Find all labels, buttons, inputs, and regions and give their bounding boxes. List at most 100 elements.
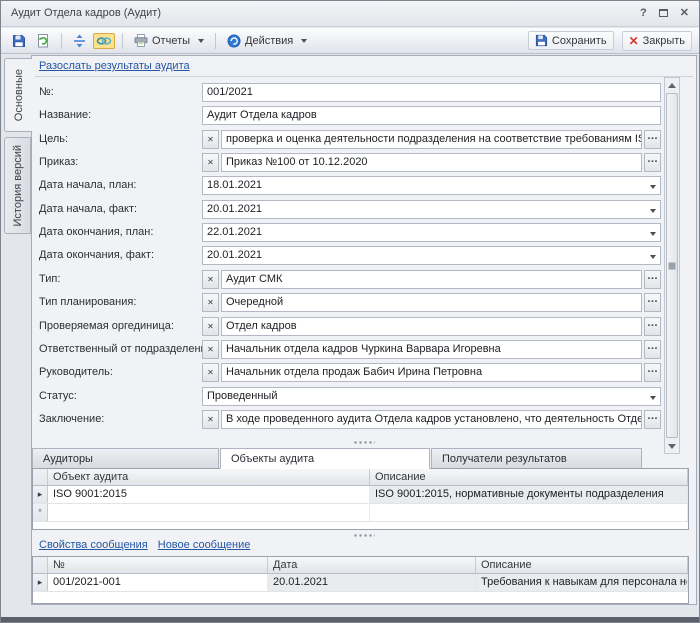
help-icon[interactable]: ? <box>640 7 647 19</box>
lookup-input[interactable]: Отдел кадров <box>221 317 642 336</box>
table-cell[interactable] <box>370 504 688 521</box>
dropdown-arrow-icon[interactable] <box>650 232 656 236</box>
clear-field-icon[interactable]: ✕ <box>202 410 219 429</box>
field-value: 20.01.2021 <box>207 249 262 261</box>
field-label: Тип планирования: <box>39 296 136 308</box>
dropdown-arrow-icon[interactable] <box>650 255 656 259</box>
scroll-up-icon[interactable] <box>665 78 679 92</box>
splitter-handle[interactable] <box>353 533 375 538</box>
lookup-input[interactable]: В ходе проведенного аудита Отдела кадров… <box>221 410 642 429</box>
broadcast-results-link[interactable]: Разослать результаты аудита <box>39 60 190 72</box>
close-button[interactable]: ✕ Закрыть <box>622 31 692 51</box>
side-tab-main[interactable]: Основные <box>4 58 32 132</box>
field-label: Проверяемая оргединица: <box>39 320 174 332</box>
field-row: Ответственный от подразделения:✕Начальни… <box>32 340 696 360</box>
field-control: 20.01.2021 <box>202 246 661 265</box>
grid-header: Объект аудитаОписание <box>33 469 688 486</box>
lookup-ellipsis-icon[interactable]: … <box>644 270 661 289</box>
table-cell[interactable]: 20.01.2021 <box>268 574 476 591</box>
lookup-input[interactable]: Приказ №100 от 10.12.2020 <box>221 153 642 172</box>
combo-input[interactable]: Проведенный <box>202 387 661 406</box>
new-message-link[interactable]: Новое сообщение <box>158 539 251 551</box>
field-row: Статус:Проведенный <box>32 387 696 407</box>
field-label: Дата начала, факт: <box>39 203 137 215</box>
table-cell[interactable] <box>48 504 370 521</box>
lookup-input[interactable]: Начальник отдела кадров Чуркина Варвара … <box>221 340 642 359</box>
save-and-stay-button[interactable]: Сохранить <box>528 31 614 50</box>
titlebar: Аудит Отдела кадров (Аудит) ? ✕ <box>1 1 699 27</box>
lookup-ellipsis-icon[interactable]: … <box>644 153 661 172</box>
scrollbar-thumb[interactable] <box>666 93 678 438</box>
field-control: ✕Приказ №100 от 10.12.2020… <box>202 153 661 172</box>
close-window-icon[interactable]: ✕ <box>680 6 689 19</box>
date-input[interactable]: 18.01.2021 <box>202 176 661 195</box>
dropdown-arrow-icon[interactable] <box>650 209 656 213</box>
column-header[interactable]: Дата <box>268 557 476 573</box>
hyperlink-toggle-button[interactable] <box>93 33 115 49</box>
refresh-document-button[interactable] <box>33 32 54 50</box>
audit-objects-grid: Объект аудитаОписание▸ISO 9001:2015ISO 9… <box>32 468 689 530</box>
window-title: Аудит Отдела кадров (Аудит) <box>11 7 161 19</box>
reports-menu-button[interactable]: Отчеты <box>130 32 208 49</box>
actions-menu-button[interactable]: Действия <box>223 32 311 50</box>
text-input[interactable]: 001/2021 <box>202 83 661 102</box>
date-input[interactable]: 20.01.2021 <box>202 246 661 265</box>
column-header[interactable]: № <box>48 557 268 573</box>
message-properties-link[interactable]: Свойства сообщения <box>39 539 148 551</box>
save-icon <box>535 34 548 47</box>
clear-field-icon[interactable]: ✕ <box>202 293 219 312</box>
column-header[interactable]: Описание <box>370 469 688 485</box>
table-cell[interactable]: 001/2021-001 <box>48 574 268 591</box>
table-row[interactable]: * <box>33 504 688 522</box>
field-label: Цель: <box>39 133 68 145</box>
lookup-ellipsis-icon[interactable]: … <box>644 410 661 429</box>
main-area: Основные История версий Разослать резуль… <box>1 54 699 617</box>
field-label: Дата окончания, план: <box>39 226 153 238</box>
field-row: Приказ: ✕Приказ №100 от 10.12.2020… <box>32 153 696 173</box>
lookup-ellipsis-icon[interactable]: … <box>644 293 661 312</box>
save-button[interactable] <box>8 32 30 50</box>
splitter-handle[interactable] <box>353 440 375 445</box>
date-input[interactable]: 22.01.2021 <box>202 223 661 242</box>
tab-auditors[interactable]: Аудиторы <box>32 448 219 469</box>
current-row-indicator-icon: ▸ <box>33 486 48 503</box>
clear-field-icon[interactable]: ✕ <box>202 270 219 289</box>
table-row[interactable]: ▸ISO 9001:2015ISO 9001:2015, нормативные… <box>33 486 688 504</box>
maximize-icon[interactable] <box>659 9 668 17</box>
table-cell[interactable]: ISO 9001:2015, нормативные документы под… <box>370 486 688 503</box>
date-input[interactable]: 20.01.2021 <box>202 200 661 219</box>
dropdown-arrow-icon[interactable] <box>650 185 656 189</box>
tab-audit-objects[interactable]: Объекты аудита <box>220 448 430 469</box>
table-cell[interactable]: ISO 9001:2015 <box>48 486 370 503</box>
scroll-down-icon[interactable] <box>665 439 679 453</box>
lookup-ellipsis-icon[interactable]: … <box>644 317 661 336</box>
side-tab-version-history[interactable]: История версий <box>4 137 31 234</box>
clear-field-icon[interactable]: ✕ <box>202 130 219 149</box>
field-control: Проведенный <box>202 387 661 406</box>
lookup-ellipsis-icon[interactable]: … <box>644 340 661 359</box>
clear-field-icon[interactable]: ✕ <box>202 153 219 172</box>
table-cell[interactable]: Требования к навыкам для персонала не о.… <box>476 574 688 591</box>
lookup-ellipsis-icon[interactable]: … <box>644 130 661 149</box>
text-input[interactable]: Аудит Отдела кадров <box>202 106 661 125</box>
column-header[interactable]: Объект аудита <box>48 469 370 485</box>
lookup-input[interactable]: проверка и оценка деятельности подраздел… <box>221 130 642 149</box>
clear-field-icon[interactable]: ✕ <box>202 363 219 382</box>
lookup-input[interactable]: Начальник отдела продаж Бабич Ирина Петр… <box>221 363 642 382</box>
table-row[interactable]: ▸001/2021-00120.01.2021Требования к навы… <box>33 574 688 592</box>
field-label: Приказ: <box>39 156 78 168</box>
clear-field-icon[interactable]: ✕ <box>202 317 219 336</box>
field-row: Заключение:✕В ходе проведенного аудита О… <box>32 410 696 430</box>
tab-result-recipients[interactable]: Получатели результатов <box>431 448 642 469</box>
column-header[interactable]: Описание <box>476 557 688 573</box>
vertical-scrollbar[interactable] <box>664 77 680 454</box>
lookup-input[interactable]: Очередной <box>221 293 642 312</box>
detail-tabs: АудиторыОбъекты аудитаПолучатели результ… <box>32 448 643 469</box>
lookup-input[interactable]: Аудит СМК <box>221 270 642 289</box>
clear-field-icon[interactable]: ✕ <box>202 340 219 359</box>
lookup-ellipsis-icon[interactable]: … <box>644 363 661 382</box>
split-view-button[interactable] <box>69 32 90 50</box>
dropdown-arrow-icon <box>301 39 307 43</box>
dropdown-arrow-icon[interactable] <box>650 396 656 400</box>
field-label: Дата начала, план: <box>39 179 137 191</box>
